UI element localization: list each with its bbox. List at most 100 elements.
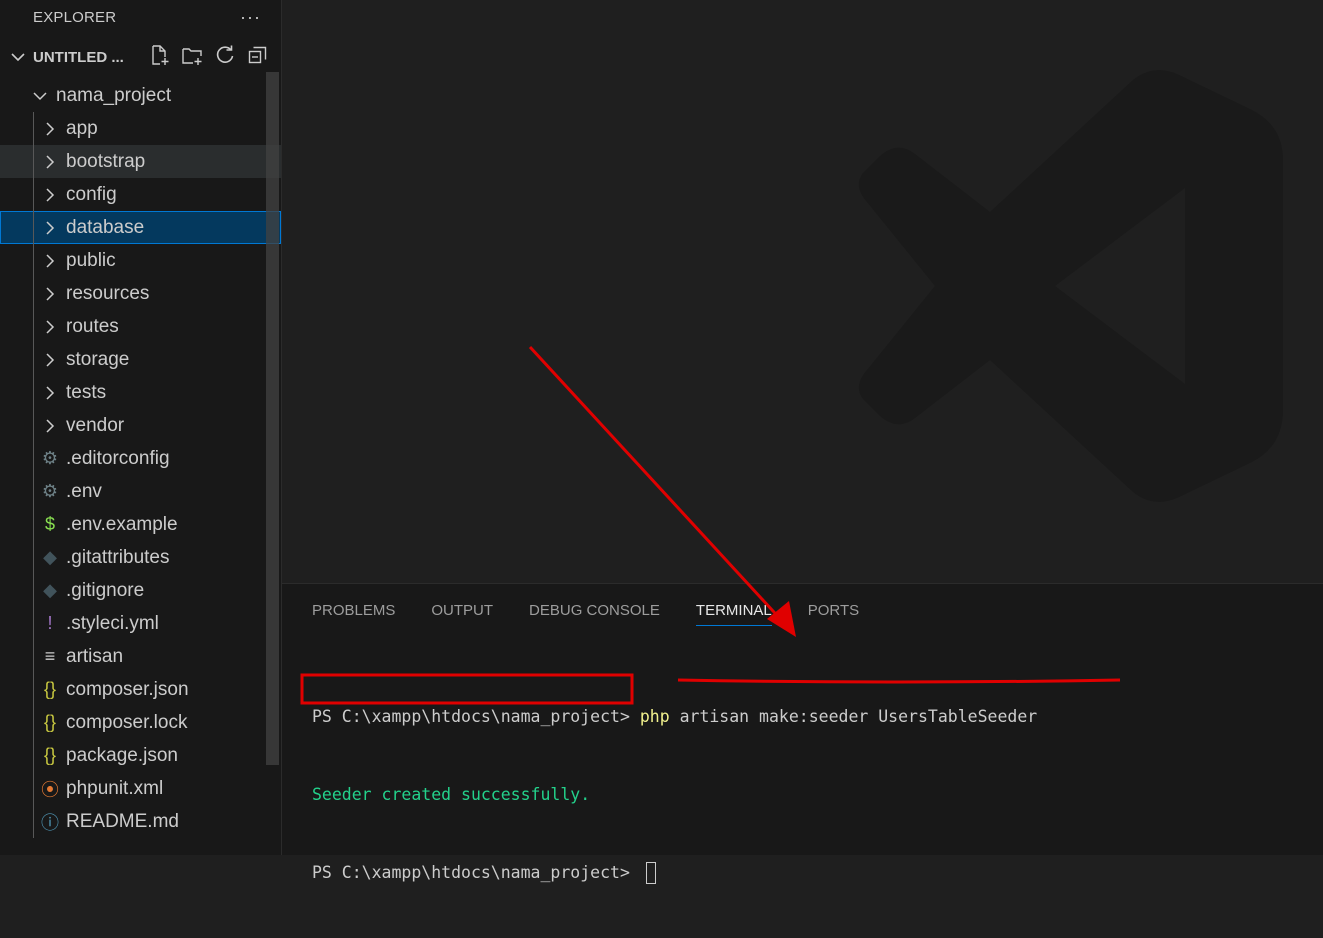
git-icon: ◆ (43, 580, 57, 600)
refresh-icon[interactable] (214, 44, 236, 70)
file-label: .gitignore (66, 579, 145, 601)
indent-guide (33, 739, 34, 772)
workspace-header[interactable]: UNTITLED ... (0, 35, 281, 79)
gear-icon: ⚙ (41, 481, 59, 501)
chevron-down-icon (28, 91, 52, 101)
tab-debug-console[interactable]: DEBUG CONSOLE (529, 602, 660, 626)
tree-file[interactable]: ⚙ .editorconfig (0, 442, 281, 475)
chevron-right-icon (38, 286, 62, 301)
sidebar-scrollbar[interactable] (266, 72, 279, 765)
indent-guide (33, 772, 34, 805)
tab-ports[interactable]: PORTS (808, 602, 859, 626)
tree-file[interactable]: ≡ artisan (0, 640, 281, 673)
chevron-right-icon (38, 352, 62, 367)
folder-label: routes (66, 315, 119, 337)
indent-guide (33, 277, 34, 310)
tree-file[interactable]: ⚙ .env (0, 475, 281, 508)
panel-tabs: PROBLEMS OUTPUT DEBUG CONSOLE TERMINAL P… (312, 602, 895, 626)
folder-label: app (66, 117, 98, 139)
indent-guide (33, 640, 34, 673)
indent-guide (33, 112, 34, 145)
tree-folder-project[interactable]: nama_project (0, 79, 281, 112)
indent-guide (33, 343, 34, 376)
tree-file[interactable]: {} package.json (0, 739, 281, 772)
file-label: .gitattributes (66, 546, 170, 568)
editor-area (282, 0, 1323, 583)
file-label: composer.json (66, 678, 189, 700)
tab-problems[interactable]: PROBLEMS (312, 602, 395, 626)
indent-guide (33, 607, 34, 640)
chevron-right-icon (38, 154, 62, 169)
file-label: .env (66, 480, 102, 502)
file-label: .editorconfig (66, 447, 170, 469)
indent-guide (33, 574, 34, 607)
tree-folder-public[interactable]: public (0, 244, 281, 277)
tree-file[interactable]: $ .env.example (0, 508, 281, 541)
tree-folder-resources[interactable]: resources (0, 277, 281, 310)
indent-guide (33, 244, 34, 277)
folder-label: bootstrap (66, 150, 146, 172)
chevron-down-icon (8, 52, 28, 62)
more-actions-icon[interactable]: ··· (240, 7, 261, 28)
tree-folder-app[interactable]: app (0, 112, 281, 145)
indent-guide (33, 211, 34, 244)
terminal-command: php (639, 707, 670, 726)
tab-output[interactable]: OUTPUT (431, 602, 493, 626)
indent-guide (33, 376, 34, 409)
tree-file[interactable]: ◆ .gitattributes (0, 541, 281, 574)
tree-folder-config[interactable]: config (0, 178, 281, 211)
json-braces-icon: {} (43, 745, 57, 765)
folder-label: tests (66, 381, 107, 403)
file-label: .env.example (66, 513, 178, 535)
tree-file[interactable]: {} composer.json (0, 673, 281, 706)
folder-label: database (66, 216, 145, 238)
vscode-logo-watermark (858, 70, 1283, 502)
indent-guide (33, 178, 34, 211)
tree-folder-vendor[interactable]: vendor (0, 409, 281, 442)
terminal-line-output: Seeder created successfully. (312, 782, 1037, 808)
file-label: artisan (66, 645, 124, 667)
terminal-cursor (645, 862, 656, 884)
file-label: phpunit.xml (66, 777, 164, 799)
workspace-actions (148, 44, 281, 70)
project-folder-label: nama_project (56, 84, 172, 106)
tree-folder-database[interactable]: database (0, 211, 281, 244)
chevron-right-icon (38, 385, 62, 400)
terminal-output[interactable]: PS C:\xampp\htdocs\nama_project> php art… (312, 652, 1037, 938)
terminal-line-command: PS C:\xampp\htdocs\nama_project> php art… (312, 704, 1037, 730)
file-label: README.md (66, 810, 179, 832)
new-file-icon[interactable] (148, 44, 170, 70)
tree-folder-storage[interactable]: storage (0, 343, 281, 376)
terminal-args: artisan make:seeder UsersTableSeeder (669, 707, 1038, 726)
indent-guide (33, 805, 34, 838)
tree-folder-bootstrap[interactable]: bootstrap (0, 145, 281, 178)
tree-file[interactable]: ⓘ README.md (0, 805, 281, 838)
dollar-icon: $ (44, 514, 55, 534)
new-folder-icon[interactable] (181, 44, 203, 70)
file-tree: app bootstrap config database public resource… (0, 112, 281, 838)
tree-file[interactable]: ◆ .gitignore (0, 574, 281, 607)
indent-guide (33, 541, 34, 574)
git-icon: ◆ (43, 547, 57, 567)
chevron-right-icon (38, 121, 62, 136)
explorer-header: EXPLORER ··· (0, 0, 281, 35)
tree-file[interactable]: ! .styleci.yml (0, 607, 281, 640)
indent-guide (33, 442, 34, 475)
tree-file[interactable]: {} composer.lock (0, 706, 281, 739)
indent-guide (33, 475, 34, 508)
collapse-all-icon[interactable] (247, 44, 269, 70)
terminal-line-prompt: PS C:\xampp\htdocs\nama_project> (312, 860, 1037, 886)
file-label: composer.lock (66, 711, 188, 733)
tree-file[interactable]: ⦿ phpunit.xml (0, 772, 281, 805)
folder-label: storage (66, 348, 130, 370)
indent-guide (33, 706, 34, 739)
tree-folder-routes[interactable]: routes (0, 310, 281, 343)
text-lines-icon: ≡ (44, 646, 56, 666)
indent-guide (33, 673, 34, 706)
terminal-prompt: PS C:\xampp\htdocs\nama_project> (312, 707, 640, 726)
bottom-panel: PROBLEMS OUTPUT DEBUG CONSOLE TERMINAL P… (282, 583, 1323, 884)
tree-folder-tests[interactable]: tests (0, 376, 281, 409)
workspace-name: UNTITLED ... (33, 48, 124, 66)
folder-label: vendor (66, 414, 125, 436)
tab-terminal[interactable]: TERMINAL (695, 602, 772, 626)
